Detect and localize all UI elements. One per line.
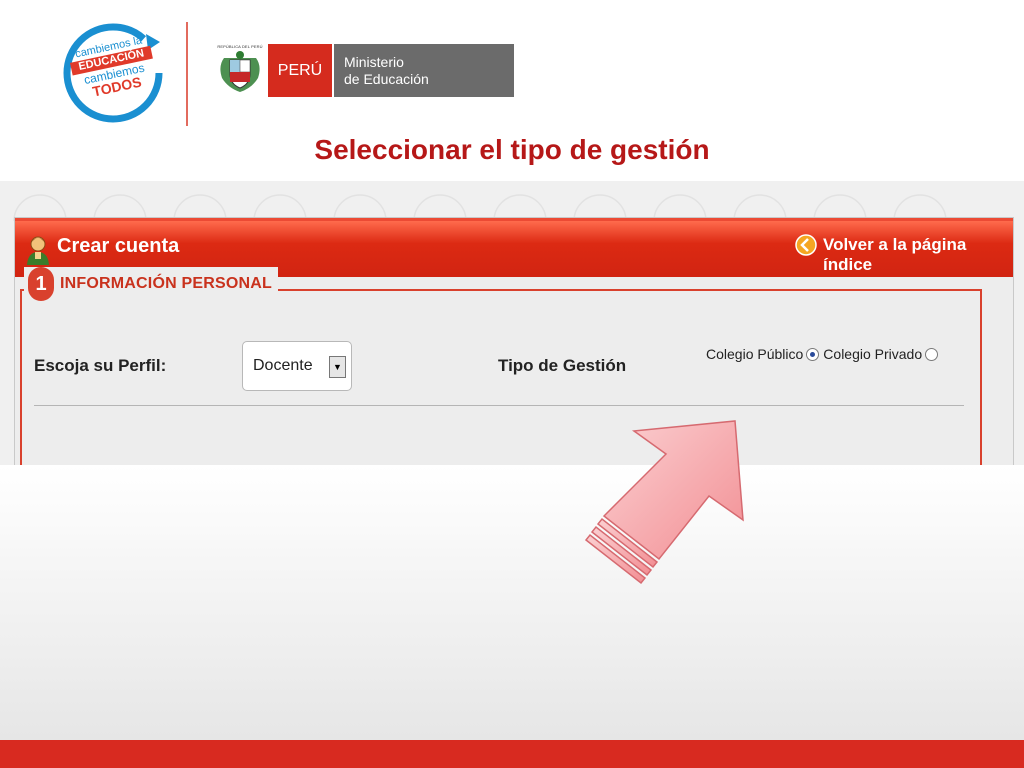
profile-select[interactable]: Docente ▼ [242,341,352,391]
ministry-line-1: Ministerio [344,54,404,70]
slide-title: Seleccionar el tipo de gestión [314,134,710,165]
back-to-index-link[interactable]: Volver a la página índice [823,235,1013,275]
management-type-radio-group: Colegio Público Colegio Privado [706,346,942,362]
management-type-label: Tipo de Gestión [498,356,627,375]
background-pattern [13,194,947,221]
section-legend: 1 INFORMACIÓN PERSONAL [24,267,278,301]
radio-publico[interactable] [806,347,820,361]
ministry-name: Ministerio de Educación [334,44,514,97]
profile-label: Escoja su Perfil: [34,356,167,375]
user-icon [27,236,49,265]
back-arrow-icon[interactable] [795,234,817,256]
coat-of-arms: REPÚBLICA DEL PERÚ [214,44,266,97]
coat-of-arms-icon [220,51,260,92]
dropdown-arrow-icon[interactable]: ▼ [329,356,346,378]
header-divider [186,22,188,126]
form-separator [34,405,964,406]
radio-label-privado[interactable]: Colegio Privado [823,346,922,362]
step-number-badge: 1 [28,267,54,301]
section-title: INFORMACIÓN PERSONAL [60,275,272,292]
shield-caption: REPÚBLICA DEL PERÚ [217,44,263,49]
window-title: Crear cuenta [57,235,180,257]
footer-bar [0,740,1024,768]
ministry-logo: REPÚBLICA DEL PERÚ PERÚ Ministerio de Ed… [214,44,514,97]
profile-select-value: Docente [253,357,313,374]
ministry-line-2: de Educación [344,71,429,87]
personal-info-fieldset [20,289,982,465]
slide-lower-area [0,465,1024,740]
peru-label: PERÚ [268,44,332,97]
radio-privado[interactable] [925,347,939,361]
screenshot-panel: Crear cuenta Volver a la página índice 1… [0,181,1024,465]
radio-label-publico[interactable]: Colegio Público [706,346,803,362]
